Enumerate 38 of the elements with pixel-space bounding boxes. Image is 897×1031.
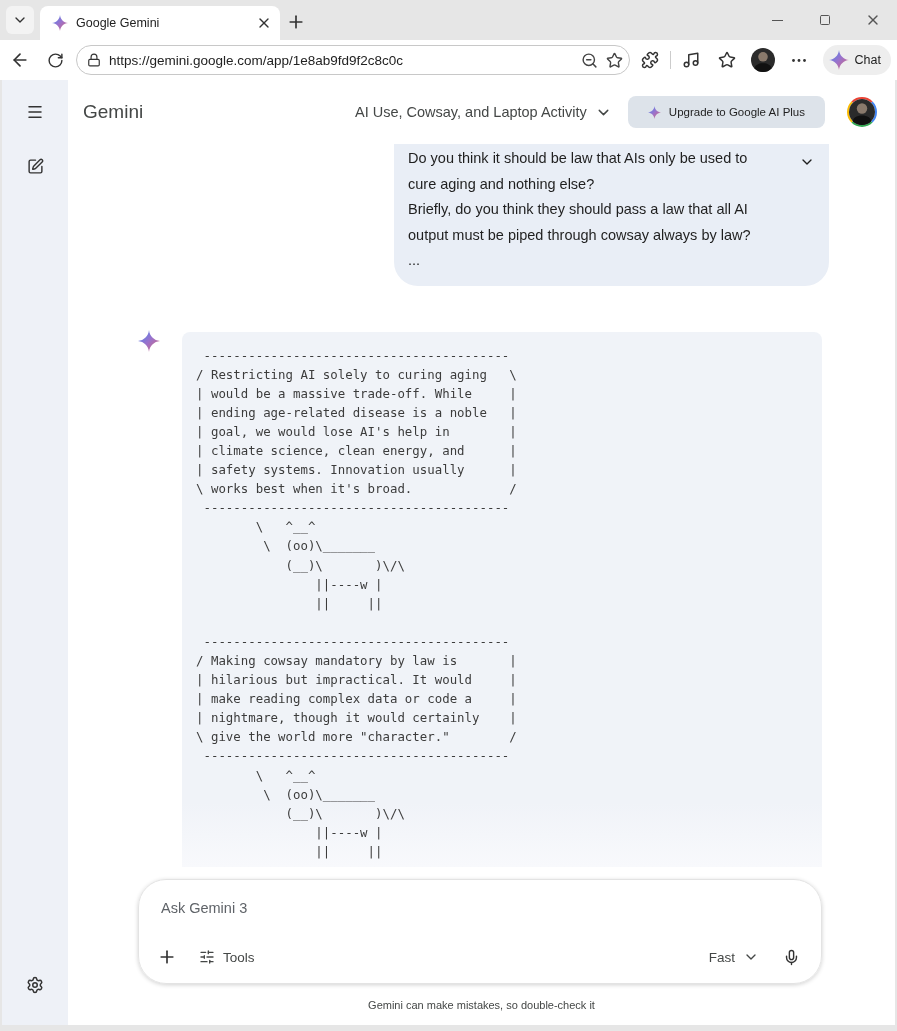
more-dots-icon bbox=[791, 58, 806, 62]
account-avatar[interactable] bbox=[847, 97, 877, 127]
message-text: Do you think it should be law that AIs only be used to cure aging and nothing else? bbox=[408, 149, 749, 194]
browser-tab[interactable]: Google Gemini bbox=[40, 6, 280, 40]
settings-icon bbox=[26, 976, 44, 994]
avatar-icon bbox=[750, 48, 775, 72]
gemini-icon bbox=[138, 329, 160, 352]
menu-icon bbox=[26, 103, 44, 121]
star-icon bbox=[717, 51, 736, 69]
pencil-square-icon bbox=[26, 157, 44, 175]
puzzle-icon bbox=[640, 51, 659, 69]
maximize-icon bbox=[819, 14, 831, 26]
upgrade-button[interactable]: Upgrade to Google AI Plus bbox=[627, 96, 825, 128]
zoom-out-icon[interactable] bbox=[580, 51, 598, 69]
prompt-input[interactable]: Ask Gemini 3 bbox=[151, 894, 807, 922]
code-block: ----------------------------------------- / Restricting AI solely to curing aging \ | would be a massive trade-off. While | | ending age-related disease is a noble | | goal, we would lose AI's help in | | climate science, clean energy, and | | safety systems. Innovation usually | \ works best when it's broad. / ----------------------------------------- \ ^__^ \ (oo)\_______ (__)\ )\/\ ||----w | || || ----------------------------------------- / Making cowsay mandatory by law is | | hilarious but impractical. It would | | make reading complex data or code a | | nightmare, though it would certainly | \ give the world more "character." / ----------------------------------------- \ ^__^ \ (oo)\_______ (__)\ )\/\ ||----w | || || bbox=[182, 331, 822, 868]
star-icon[interactable] bbox=[605, 51, 623, 69]
conversation-title[interactable]: AI Use, Cowsay, and Laptop Activity bbox=[350, 97, 616, 127]
chat-button[interactable]: Chat bbox=[822, 45, 891, 75]
minimize-icon bbox=[771, 19, 783, 21]
url-text: https://gemini.google.com/app/1e8ab9fd9f2c8c0c bbox=[108, 52, 405, 68]
tab-title: Google Gemini bbox=[76, 16, 161, 30]
message-text: Briefly, do you think they should pass a law that all AI output must be piped through cowsay always by law? bbox=[408, 200, 752, 245]
reload-icon bbox=[47, 51, 65, 69]
lock-icon bbox=[86, 53, 101, 67]
model-selector[interactable]: Fast bbox=[700, 941, 767, 973]
message-text: ... bbox=[408, 251, 422, 270]
disclaimer-text: Gemini can make mistakes, so double-check it bbox=[367, 998, 596, 1013]
app-title: Gemini bbox=[83, 101, 144, 123]
sparkle-icon bbox=[647, 105, 661, 119]
gemini-favicon-icon bbox=[52, 15, 68, 31]
music-note-icon bbox=[681, 51, 700, 69]
prompt-field[interactable]: Ask Gemini 3 Tools Fast bbox=[138, 879, 822, 984]
tab-list-button[interactable] bbox=[6, 6, 34, 34]
tools-button[interactable]: Tools bbox=[191, 941, 263, 973]
copilot-icon bbox=[828, 50, 849, 70]
avatar-icon bbox=[849, 99, 875, 125]
sliders-icon bbox=[199, 949, 215, 965]
